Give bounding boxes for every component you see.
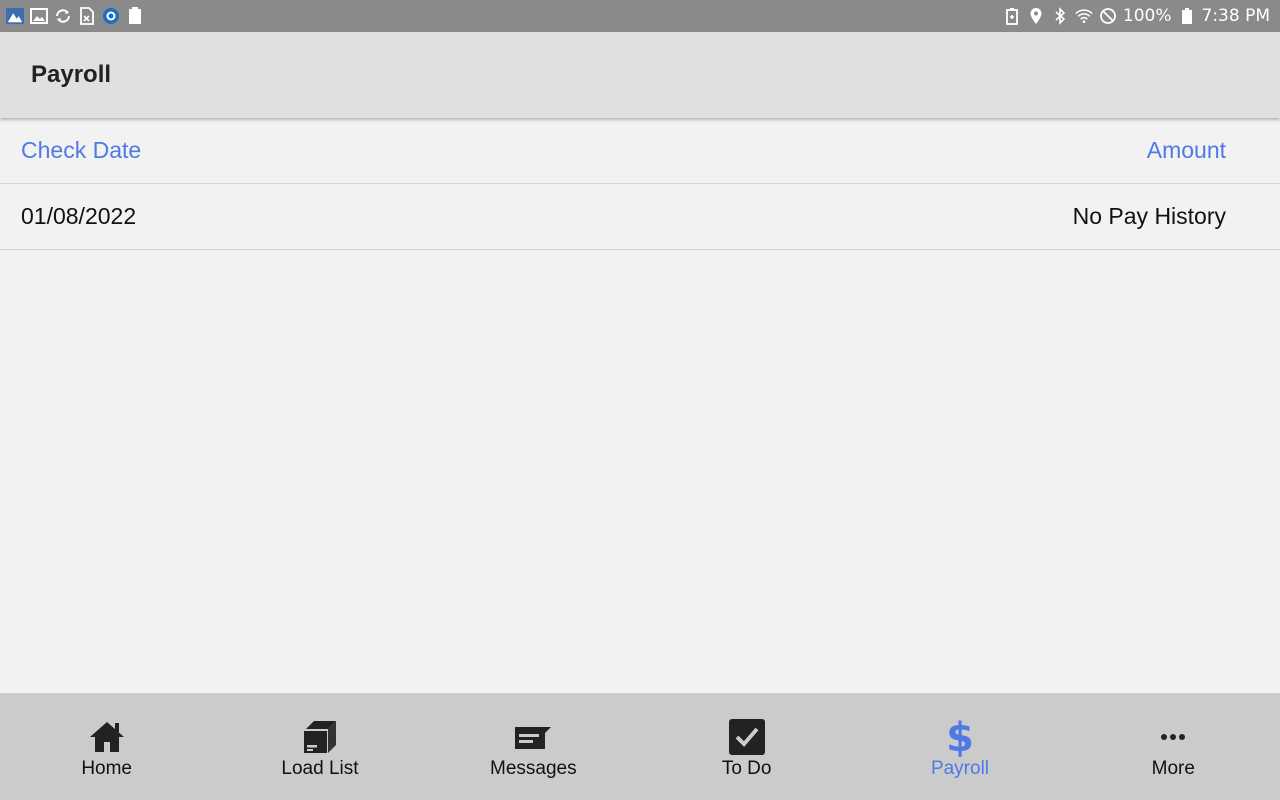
- image-icon: [30, 7, 48, 25]
- column-header-check-date[interactable]: Check Date: [21, 137, 141, 164]
- nav-item-messages[interactable]: Messages: [427, 693, 640, 800]
- battery-icon: [1178, 7, 1196, 25]
- nav-label-messages: Messages: [490, 758, 577, 779]
- more-icon: [1153, 717, 1193, 757]
- app-icon: [6, 7, 24, 25]
- do-not-disturb-icon: [1099, 7, 1117, 25]
- nav-item-home[interactable]: Home: [0, 693, 213, 800]
- box-icon: [300, 717, 340, 757]
- status-left-icons: [6, 7, 144, 25]
- dollar-icon: $: [940, 717, 980, 757]
- svg-text:$: $: [947, 717, 973, 757]
- sim-card-icon: [78, 7, 96, 25]
- checkbox-icon: [727, 717, 767, 757]
- nav-label-more: More: [1151, 758, 1195, 779]
- cell-amount: No Pay History: [1072, 203, 1226, 229]
- table-header-row: Check Date Amount: [0, 118, 1280, 184]
- battery-percent: 100%: [1122, 6, 1172, 26]
- nav-item-more[interactable]: More: [1067, 693, 1280, 800]
- payroll-table: Check Date Amount 01/08/2022 No Pay Hist…: [0, 118, 1280, 250]
- nav-label-home: Home: [81, 758, 132, 779]
- nav-item-to-do[interactable]: To Do: [640, 693, 853, 800]
- home-icon: [87, 717, 127, 757]
- nav-item-load-list[interactable]: Load List: [213, 693, 426, 800]
- nav-label-to-do: To Do: [721, 758, 772, 779]
- battery-alert-icon: [1003, 7, 1021, 25]
- location-icon: [1027, 7, 1045, 25]
- status-bar: 100% 7:38 PM: [0, 0, 1280, 32]
- sync-icon: [54, 7, 72, 25]
- table-row[interactable]: 01/08/2022 No Pay History: [0, 184, 1280, 250]
- message-icon: [513, 717, 553, 757]
- app-circle-icon: [102, 7, 120, 25]
- column-header-amount[interactable]: Amount: [1147, 137, 1226, 164]
- page-title: Payroll: [31, 61, 112, 88]
- wifi-icon: [1075, 7, 1093, 25]
- battery-saver-icon: [126, 7, 144, 25]
- app-bar: Payroll: [0, 32, 1280, 118]
- bottom-nav: Home Load List Messages To Do $ Payroll …: [0, 693, 1280, 800]
- nav-label-load-list: Load List: [281, 758, 359, 779]
- bluetooth-icon: [1051, 7, 1069, 25]
- status-right-icons: 100% 7:38 PM: [1003, 6, 1270, 26]
- clock: 7:38 PM: [1201, 6, 1271, 26]
- nav-label-payroll: Payroll: [930, 758, 990, 779]
- nav-item-payroll[interactable]: $ Payroll: [853, 693, 1066, 800]
- cell-check-date: 01/08/2022: [21, 203, 137, 229]
